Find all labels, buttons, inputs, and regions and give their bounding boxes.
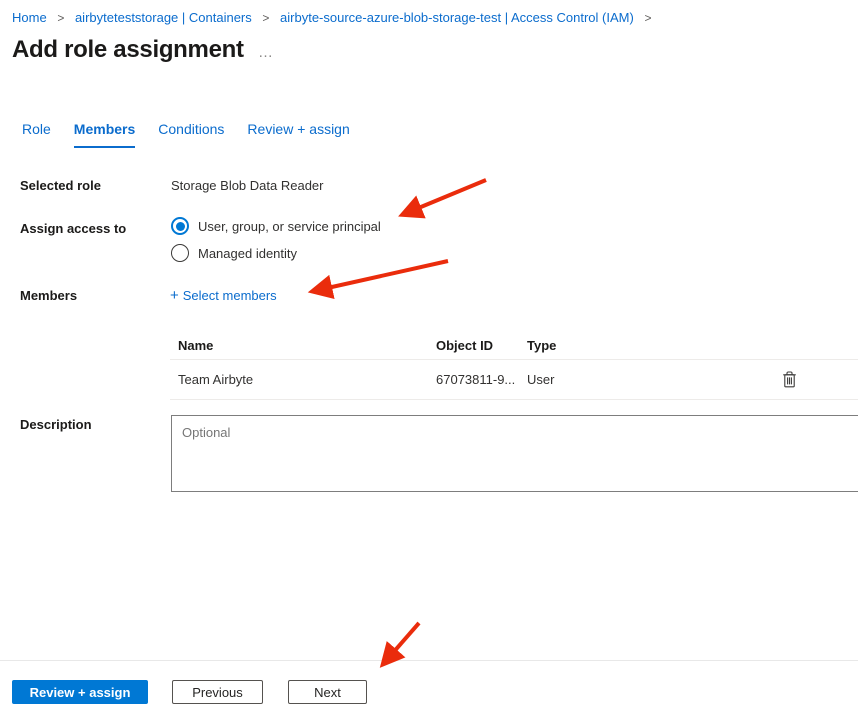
member-name-cell: Team Airbyte [170, 372, 436, 387]
column-header-name: Name [170, 338, 436, 353]
arrow-to-select-members [314, 261, 448, 291]
footer-divider [0, 660, 858, 661]
breadcrumb-home-link[interactable]: Home [12, 10, 47, 25]
tab-conditions[interactable]: Conditions [158, 121, 224, 148]
member-object-id-cell: 67073811-9... [436, 372, 527, 387]
previous-button[interactable]: Previous [172, 680, 263, 704]
plus-icon: + [170, 287, 179, 304]
assign-access-radio-group: User, group, or service principal Manage… [171, 217, 381, 262]
delete-member-button[interactable] [780, 369, 799, 390]
radio-selected-icon[interactable] [171, 217, 189, 235]
members-table-header: Name Object ID Type [170, 331, 858, 360]
radio-option-label: Managed identity [198, 246, 297, 261]
select-members-label: Select members [183, 288, 277, 303]
tab-bar: Role Members Conditions Review + assign [22, 121, 350, 148]
assign-access-to-label: Assign access to [20, 221, 126, 236]
table-row: Team Airbyte 67073811-9... User [170, 360, 858, 400]
breadcrumb-separator: > [57, 11, 64, 25]
radio-option-label: User, group, or service principal [198, 219, 381, 234]
more-options-icon[interactable]: … [258, 44, 274, 61]
column-header-object-id: Object ID [436, 338, 527, 353]
breadcrumb-storage-link[interactable]: airbyteteststorage | Containers [75, 10, 252, 25]
next-button[interactable]: Next [288, 680, 367, 704]
member-type-cell: User [527, 372, 780, 387]
tab-members[interactable]: Members [74, 121, 135, 148]
tab-review-assign[interactable]: Review + assign [247, 121, 349, 148]
review-assign-button[interactable]: Review + assign [12, 680, 148, 704]
add-role-assignment-page: Home > airbyteteststorage | Containers >… [0, 0, 858, 710]
breadcrumb: Home > airbyteteststorage | Containers >… [12, 10, 658, 25]
arrow-to-radio [404, 180, 486, 214]
column-header-type: Type [527, 338, 780, 353]
radio-option-user-group[interactable]: User, group, or service principal [171, 217, 381, 235]
members-label: Members [20, 288, 77, 303]
breadcrumb-iam-link[interactable]: airbyte-source-azure-blob-storage-test |… [280, 10, 634, 25]
breadcrumb-separator: > [644, 11, 651, 25]
breadcrumb-separator: > [262, 11, 269, 25]
description-label: Description [20, 417, 92, 432]
select-members-link[interactable]: + Select members [170, 287, 277, 304]
trash-icon [782, 371, 797, 388]
description-textarea[interactable] [171, 415, 858, 492]
selected-role-value: Storage Blob Data Reader [171, 178, 323, 193]
page-title: Add role assignment [12, 36, 244, 64]
arrow-to-next-button [384, 623, 419, 663]
tab-role[interactable]: Role [22, 121, 51, 148]
radio-option-managed-identity[interactable]: Managed identity [171, 244, 381, 262]
selected-role-label: Selected role [20, 178, 101, 193]
radio-unselected-icon[interactable] [171, 244, 189, 262]
members-table: Name Object ID Type Team Airbyte 6707381… [170, 331, 858, 400]
